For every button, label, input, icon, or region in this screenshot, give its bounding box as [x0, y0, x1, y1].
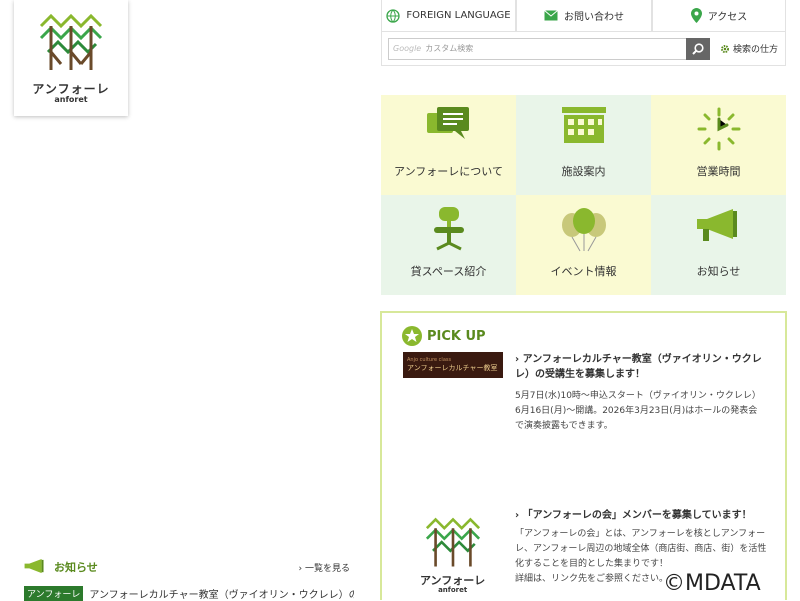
tile-rental-space-label: 貸スペース紹介 — [410, 265, 487, 278]
star-icon — [402, 326, 422, 346]
tile-about-label: アンフォーレについて — [394, 165, 503, 178]
gear-icon — [721, 44, 729, 53]
pickup-thumbnail[interactable]: Anjo culture class アンフォーレカルチャー教室 — [403, 352, 503, 378]
pickup-heading: PICK UP — [402, 326, 486, 346]
search-bar: Google カスタム検索 検索の仕方 — [381, 32, 786, 66]
news-header: お知らせ › 一覧を見る — [24, 558, 350, 576]
contact-link[interactable]: お問い合わせ — [516, 0, 652, 31]
pickup-item2-title[interactable]: 「アンフォーレの会」メンバーを募集しています！ — [515, 506, 765, 521]
search-icon — [692, 42, 704, 55]
tile-news[interactable]: お知らせ — [651, 195, 786, 295]
news-heading: お知らせ — [24, 558, 98, 576]
copyright-watermark: ©MDATA — [663, 571, 761, 596]
site-logo[interactable]: アンフォーレ anforet — [14, 0, 128, 116]
menu-grid: アンフォーレについて 施設案内 営業時間 貸スペース紹介 イベント情報 お知らせ — [381, 95, 786, 295]
access-link[interactable]: アクセス — [652, 0, 786, 31]
balloon-icon — [561, 208, 606, 252]
news-heading-label: お知らせ — [54, 561, 98, 574]
tile-events[interactable]: イベント情報 — [516, 195, 651, 295]
tile-hours[interactable]: 営業時間 — [651, 95, 786, 195]
news-text[interactable]: アンフォーレカルチャー教室（ヴァイオリン・ウクレレ）の受 — [89, 586, 354, 601]
search-placeholder: カスタム検索 — [425, 44, 474, 53]
globe-icon — [386, 8, 401, 23]
tile-facility-label: 施設案内 — [561, 165, 606, 178]
tree-logo-icon — [39, 13, 103, 70]
chat-icon — [426, 107, 469, 139]
search-howto-label: 検索の仕方 — [733, 45, 779, 55]
tree-logo-icon — [425, 517, 480, 567]
search-input[interactable]: Google カスタム検索 — [388, 37, 686, 60]
news-item[interactable]: アンフォーレ アンフォーレカルチャー教室（ヴァイオリン・ウクレレ）の受 — [24, 586, 354, 601]
mail-icon — [544, 10, 558, 21]
map-pin-icon — [690, 8, 702, 23]
news-more-link[interactable]: › 一覧を見る — [299, 561, 350, 574]
logo-sub: anforet — [54, 95, 88, 104]
megaphone-icon — [24, 558, 44, 574]
clock-icon — [697, 107, 740, 151]
top-nav: FOREIGN LANGUAGE お問い合わせ アクセス — [381, 0, 786, 32]
megaphone-icon — [696, 209, 737, 241]
pickup-thumb-text: アンフォーレカルチャー教室 — [407, 364, 498, 372]
tile-events-label: イベント情報 — [550, 265, 617, 278]
access-label: アクセス — [707, 12, 748, 23]
foreign-language-link[interactable]: FOREIGN LANGUAGE — [381, 0, 516, 31]
tile-about[interactable]: アンフォーレについて — [381, 95, 516, 195]
chair-icon — [433, 207, 464, 251]
tile-hours-label: 営業時間 — [696, 165, 741, 178]
news-tag: アンフォーレ — [24, 586, 84, 601]
pickup-section: PICK UP Anjo culture class アンフォーレカルチャー教室… — [380, 311, 787, 600]
search-button[interactable] — [686, 37, 710, 60]
contact-label: お問い合わせ — [564, 12, 624, 23]
pickup-heading-label: PICK UP — [427, 328, 486, 344]
pickup-logo[interactable]: アンフォーレ anforet — [420, 516, 485, 594]
google-watermark: Google — [393, 44, 422, 53]
pickup-item1-title[interactable]: アンフォーレカルチャー教室（ヴァイオリン・ウクレレ）の受講生を募集します！ — [515, 352, 765, 382]
tile-rental-space[interactable]: 貸スペース紹介 — [381, 195, 516, 295]
foreign-language-label: FOREIGN LANGUAGE — [406, 10, 511, 21]
tile-facility[interactable]: 施設案内 — [516, 95, 651, 195]
tile-news-label: お知らせ — [696, 265, 741, 278]
search-howto-link[interactable]: 検索の仕方 — [720, 42, 778, 55]
pickup-item1-body: 5月7日(水)10時〜申込スタート（ヴァイオリン・ウクレレ） 6月16日(月)〜… — [515, 391, 761, 431]
building-icon — [561, 107, 606, 143]
